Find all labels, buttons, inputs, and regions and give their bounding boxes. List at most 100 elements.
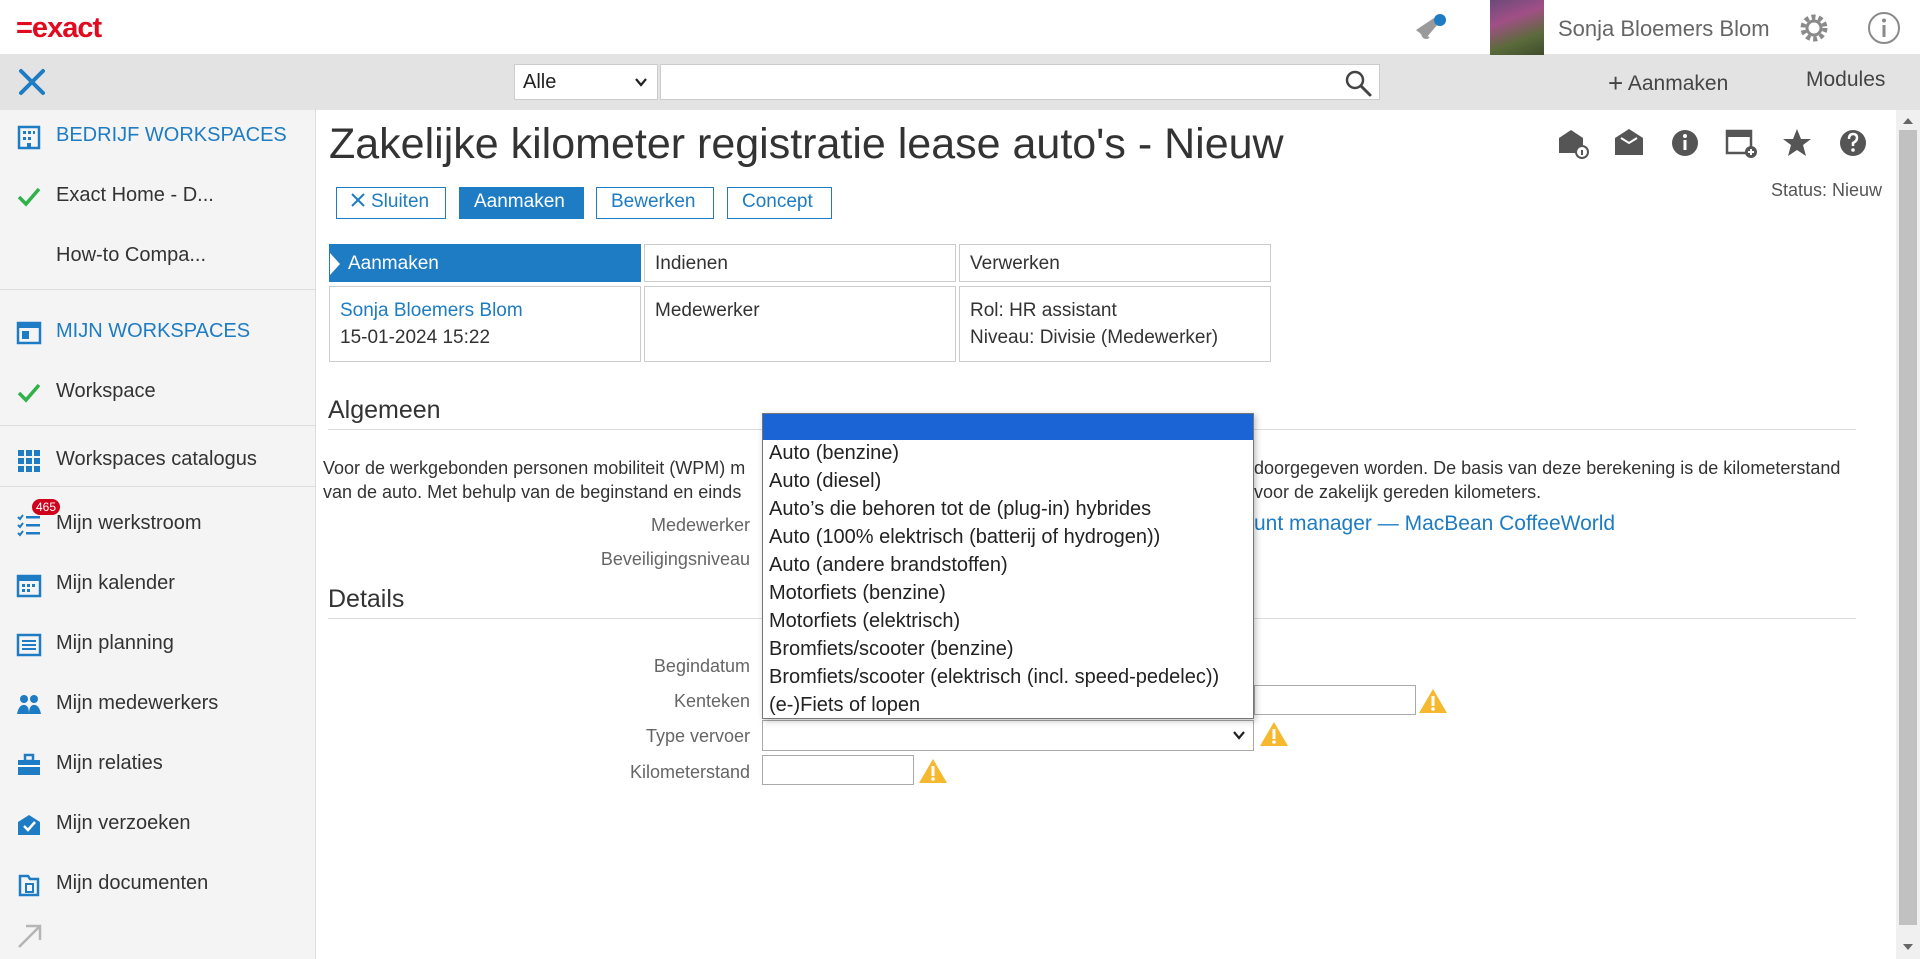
create-button[interactable]: Aanmaken: [459, 187, 584, 219]
sidebar-item-label: Mijn planning: [56, 632, 174, 654]
people-icon: [16, 692, 42, 718]
workflow-create-user-link[interactable]: Sonja Bloemers Blom: [340, 297, 630, 324]
sidebar-item-requests[interactable]: Mijn verzoeken: [0, 801, 316, 847]
envelope-check-icon: [16, 812, 42, 838]
plus-icon: +: [1608, 68, 1624, 98]
help-icon[interactable]: [1836, 126, 1870, 160]
workflow-step-submit: Indienen: [644, 244, 956, 282]
workflow-process-details: Rol: HR assistant Niveau: Divisie (Medew…: [959, 286, 1271, 362]
sidebar-item-employees[interactable]: Mijn medewerkers: [0, 681, 316, 727]
sidebar-item-planning[interactable]: Mijn planning: [0, 621, 316, 667]
sidebar-item-label: Workspace: [56, 380, 156, 402]
star-icon[interactable]: [1780, 126, 1814, 160]
status-label: Status: Nieuw: [1771, 180, 1883, 200]
dropdown-option[interactable]: Motorfiets (benzine): [763, 580, 1253, 608]
sidebar-item-exact-home[interactable]: Exact Home - D...: [0, 173, 316, 219]
sidebar-item-workspace[interactable]: Workspace: [0, 369, 316, 415]
info-icon[interactable]: [1866, 10, 1902, 46]
sidebar-item-documents[interactable]: Mijn documenten: [0, 861, 316, 907]
modules-menu-button[interactable]: Modules: [1806, 68, 1885, 92]
sidebar-divider: [0, 425, 316, 426]
sidebar-item-label: How-to Compa...: [56, 244, 207, 266]
dropdown-option-empty[interactable]: [763, 414, 1253, 440]
mail-info-icon[interactable]: [1556, 126, 1590, 160]
open-mail-icon[interactable]: [1612, 126, 1646, 160]
briefcase-icon: [16, 752, 42, 778]
close-button-label: Sluiten: [371, 191, 430, 212]
sidebar-item-label: Mijn medewerkers: [56, 692, 219, 714]
workflow-create-details: Sonja Bloemers Blom 15-01-2024 15:22: [329, 286, 641, 362]
sidebar-item-label: MIJN WORKSPACES: [56, 320, 251, 342]
dropdown-option[interactable]: Auto (diesel): [763, 468, 1253, 496]
warning-icon: [1259, 720, 1289, 748]
page-title: Zakelijke kilometer registratie lease au…: [329, 120, 1284, 168]
notifications-icon[interactable]: [1412, 12, 1452, 42]
sidebar-item-company-workspaces[interactable]: BEDRIJF WORKSPACES: [0, 113, 316, 159]
dropdown-option[interactable]: Auto’s die behoren tot de (plug-in) hybr…: [763, 496, 1253, 524]
planning-icon: [16, 632, 42, 658]
chevron-down-icon: [633, 73, 649, 96]
avatar[interactable]: [1490, 0, 1544, 55]
license-plate-label: Kenteken: [673, 691, 750, 711]
draft-button[interactable]: Concept: [727, 187, 832, 219]
dropdown-option[interactable]: (e-)Fiets of lopen: [763, 692, 1253, 720]
sidebar: BEDRIJF WORKSPACES Exact Home - D... How…: [0, 110, 316, 959]
workspace-icon: [16, 320, 42, 346]
top-bar: =exact Sonja Bloemers Blom: [0, 0, 1920, 55]
security-level-label: Beveiligingsniveau: [600, 549, 750, 569]
section-heading-general: Algemeen: [328, 396, 441, 424]
search-icon[interactable]: [1343, 68, 1373, 98]
sidebar-item-my-workspaces[interactable]: MIJN WORKSPACES: [0, 309, 316, 355]
scrollbar-thumb[interactable]: [1899, 130, 1917, 925]
sidebar-item-howto[interactable]: How-to Compa...: [0, 233, 316, 279]
dropdown-option[interactable]: Auto (100% elektrisch (batterij of hydro…: [763, 524, 1253, 552]
checkmark-icon: [16, 184, 42, 210]
sidebar-item-label: BEDRIJF WORKSPACES: [56, 124, 287, 146]
sidebar-item-calendar[interactable]: Mijn kalender: [0, 561, 316, 607]
sidebar-item-label: Mijn kalender: [56, 572, 175, 594]
sidebar-item-workstream[interactable]: 465 Mijn werkstroom: [0, 499, 316, 547]
workflow-process-role: Rol: HR assistant: [970, 300, 1117, 321]
sidebar-item-workspaces-catalogue[interactable]: Workspaces catalogus: [0, 437, 316, 483]
license-plate-input[interactable]: [1254, 685, 1416, 715]
expand-arrow-icon[interactable]: [16, 922, 44, 950]
odometer-input[interactable]: [762, 755, 914, 785]
search-scope-select[interactable]: Alle: [514, 64, 658, 100]
employee-link[interactable]: unt manager — MacBean CoffeeWorld: [1254, 512, 1615, 536]
document-icon: [16, 872, 42, 898]
close-menu-icon[interactable]: [16, 66, 48, 98]
description-line: van de auto. Met behulp van de beginstan…: [323, 482, 742, 502]
checkmark-icon: [16, 380, 42, 406]
dropdown-option[interactable]: Bromfiets/scooter (elektrisch (incl. spe…: [763, 664, 1253, 692]
section-heading-details: Details: [328, 585, 405, 613]
sidebar-item-label: Mijn verzoeken: [56, 812, 191, 834]
gear-icon[interactable]: [1796, 10, 1832, 46]
scroll-up-icon[interactable]: [1902, 116, 1914, 126]
edit-button[interactable]: Bewerken: [596, 187, 714, 219]
dropdown-option[interactable]: Auto (benzine): [763, 440, 1253, 468]
create-menu-button[interactable]: + Aanmaken: [1608, 68, 1728, 99]
close-button[interactable]: Sluiten: [336, 187, 446, 219]
odometer-label: Kilometerstand: [629, 762, 750, 782]
user-name[interactable]: Sonja Bloemers Blom: [1558, 16, 1770, 42]
add-calendar-icon[interactable]: [1724, 126, 1758, 160]
workflow-step-create: Aanmaken: [329, 244, 641, 282]
employee-label: Medewerker: [650, 515, 750, 535]
building-icon: [16, 124, 42, 150]
description-line: voor de zakelijk gereden kilometers.: [1254, 482, 1542, 502]
transport-type-select[interactable]: [762, 720, 1254, 751]
dropdown-option[interactable]: Motorfiets (elektrisch): [763, 608, 1253, 636]
sidebar-item-label: Workspaces catalogus: [56, 448, 257, 470]
close-icon: [351, 191, 365, 213]
search-input[interactable]: [660, 64, 1380, 100]
dropdown-option[interactable]: Auto (andere brandstoffen): [763, 552, 1253, 580]
exact-logo[interactable]: =exact: [16, 12, 102, 45]
grid-icon: [16, 448, 42, 474]
sidebar-divider: [0, 289, 316, 290]
dropdown-option[interactable]: Bromfiets/scooter (benzine): [763, 636, 1253, 664]
sidebar-item-relations[interactable]: Mijn relaties: [0, 741, 316, 787]
scroll-down-icon[interactable]: [1902, 942, 1914, 952]
info-icon[interactable]: [1668, 126, 1702, 160]
checklist-icon: [16, 512, 42, 538]
workflow-process-level: Niveau: Divisie (Medewerker): [970, 327, 1219, 348]
